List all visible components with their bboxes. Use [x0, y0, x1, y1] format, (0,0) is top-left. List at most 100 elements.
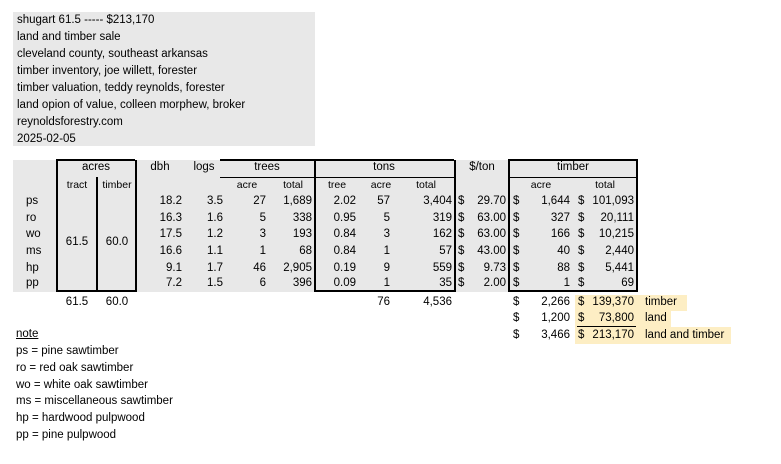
summary-symbol: $: [578, 296, 585, 308]
tons-acre-cell: 1: [383, 277, 390, 289]
summary-total: 213,170: [592, 329, 634, 341]
logs-cell: 1.6: [207, 212, 223, 224]
price-symbol: $: [458, 212, 465, 224]
trees-acre-cell: 3: [259, 228, 266, 240]
row-label: ro: [26, 212, 37, 224]
timber-total-cell: 20,111: [600, 212, 634, 224]
trees-acre-cell: 5: [259, 212, 266, 224]
timber-total-cell: 5,441: [605, 262, 634, 274]
trees-acre-cell: 27: [253, 195, 266, 207]
summary-acre: 3,466: [541, 329, 570, 341]
timber-acres-subheader: timber: [102, 179, 132, 191]
summary-acre: 1,200: [541, 312, 570, 324]
timber-acre-symbol: $: [513, 195, 520, 207]
summary-symbol: $: [578, 312, 585, 324]
trees-sub-rule: [220, 177, 314, 178]
tons-total-cell: 319: [432, 212, 452, 224]
tons-acre-cell: 57: [377, 195, 390, 207]
timber-acre-cell: 327: [550, 212, 570, 224]
tons-total-subheader: total: [416, 179, 436, 191]
summary-label: land and timber: [645, 329, 725, 341]
note-line: ps = pine sawtimber: [16, 345, 119, 357]
price-cell: 43.00: [477, 245, 506, 257]
row-label: ms: [26, 245, 42, 257]
tons-total-cell: 57: [439, 245, 452, 257]
timber-total-symbol: $: [578, 262, 585, 274]
header-line: land and timber sale: [17, 31, 121, 43]
timber-total-cell: 69: [621, 277, 634, 289]
tons-acre-cell: 9: [383, 262, 390, 274]
summary-symbol: $: [578, 329, 585, 341]
tons-total-cell: 35: [439, 277, 452, 289]
timber-total-symbol: $: [578, 228, 585, 240]
timber-acre-subheader: acre: [530, 179, 552, 191]
dbh-cell: 16.3: [159, 212, 182, 224]
tons-tree-cell: 2.02: [333, 195, 356, 207]
trees-total-cell: 2,905: [283, 262, 312, 274]
timber-acre-cell: 1: [563, 277, 570, 289]
tons-acre-total: 76: [377, 296, 390, 308]
header-line: shugart 61.5 ----- $213,170: [17, 14, 155, 26]
tons-header: tons: [373, 161, 395, 173]
timber-total-subheader: total: [595, 179, 615, 191]
tons-sub-rule: [314, 177, 454, 178]
trees-total-cell: 338: [292, 212, 312, 224]
table-divider: [636, 160, 638, 292]
tons-acre-cell: 3: [383, 228, 390, 240]
price-cell: 9.73: [483, 262, 506, 274]
timber-acre-symbol: $: [513, 228, 520, 240]
summary-symbol: $: [513, 296, 520, 308]
tons-bottom-rule: [314, 290, 454, 292]
summary-label: land: [645, 312, 667, 324]
timber-total-symbol: $: [578, 245, 585, 257]
price-symbol: $: [458, 228, 465, 240]
tract-subheader: tract: [66, 179, 88, 191]
dbh-cell: 9.1: [166, 262, 182, 274]
trees-header: trees: [254, 161, 280, 173]
logs-cell: 1.1: [207, 245, 223, 257]
row-label: wo: [26, 228, 41, 240]
table-divider: [508, 160, 510, 292]
tract-total: 61.5: [65, 296, 89, 308]
tons-tree-cell: 0.95: [333, 212, 356, 224]
acres-header: acres: [81, 161, 111, 173]
tons-tree-cell: 0.19: [333, 262, 356, 274]
timber-total-cell: 2,440: [605, 245, 634, 257]
timber-acre-cell: 166: [550, 228, 570, 240]
timber-acre-symbol: $: [513, 262, 520, 274]
note-line: pp = pine pulpwood: [16, 429, 117, 441]
header-line: timber valuation, teddy reynolds, forest…: [17, 82, 225, 94]
price-cell: 2.00: [483, 277, 506, 289]
note-line: wo = white oak sawtimber: [16, 379, 148, 391]
tons-acre-cell: 5: [383, 212, 390, 224]
timber-total-symbol: $: [578, 195, 585, 207]
price-symbol: $: [458, 277, 465, 289]
header-line: 2025-02-05: [17, 133, 76, 145]
row-label: ps: [26, 195, 39, 207]
timber-acre-cell: 88: [557, 262, 570, 274]
note-line: ms = miscellaneous sawtimber: [16, 395, 173, 407]
summary-symbol: $: [513, 312, 520, 324]
header-line: land opion of value, colleen morphew, br…: [17, 99, 246, 111]
price-symbol: $: [458, 245, 465, 257]
per-ton-header: $/ton: [469, 161, 495, 173]
tons-total-cell: 559: [432, 262, 452, 274]
logs-cell: 1.2: [207, 228, 223, 240]
trees-total-cell: 1,689: [283, 195, 312, 207]
dbh-cell: 7.2: [166, 277, 182, 289]
timber-header: timber: [557, 161, 589, 173]
note-line: ro = red oak sawtimber: [16, 362, 134, 374]
tons-acre-subheader: acre: [370, 179, 392, 191]
price-cell: 63.00: [477, 228, 506, 240]
summary-label: timber: [645, 296, 677, 308]
logs-cell: 1.7: [207, 262, 223, 274]
trees-total-cell: 193: [292, 228, 312, 240]
acres-bottom-rule: [56, 290, 135, 292]
price-symbol: $: [458, 262, 465, 274]
tons-total-total: 4,536: [423, 296, 452, 308]
trees-acre-subheader: acre: [236, 179, 258, 191]
tons-total-cell: 3,404: [423, 195, 452, 207]
note-line: hp = hardwood pulpwood: [16, 412, 145, 424]
timber-acre-symbol: $: [513, 245, 520, 257]
timber-sub-rule: [508, 177, 638, 178]
